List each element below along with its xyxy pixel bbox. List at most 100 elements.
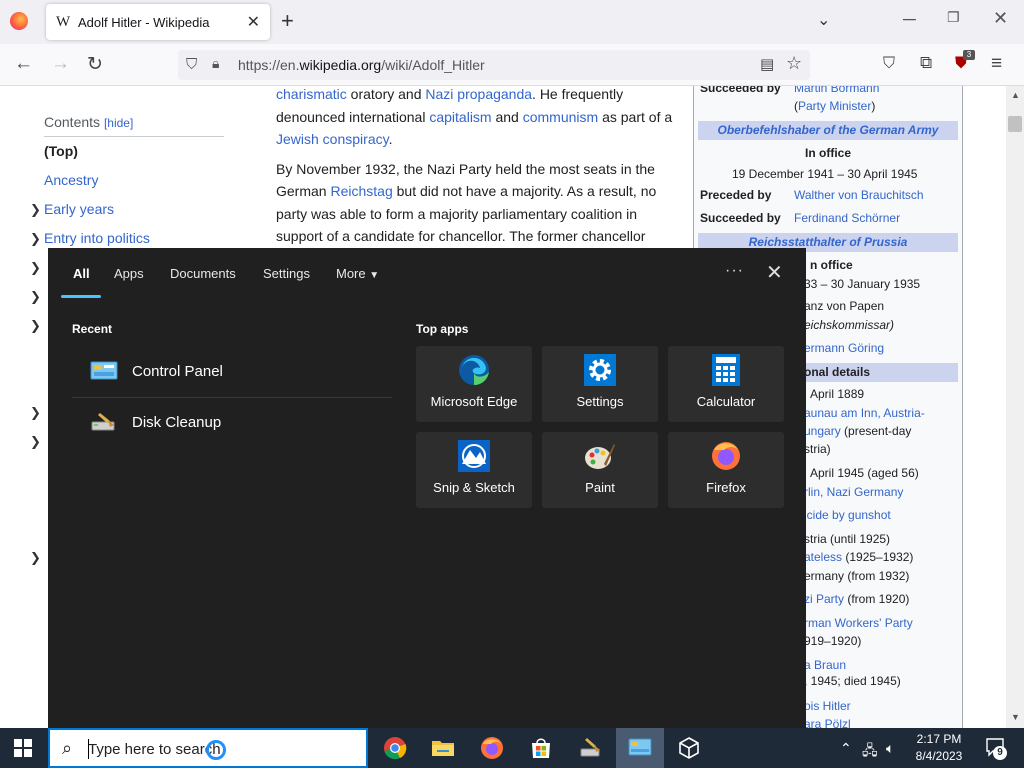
taskbar-search-box[interactable]: ⌕ Type here to search	[48, 728, 368, 768]
taskbar-firefox[interactable]	[468, 728, 516, 768]
forward-arrow-icon[interactable]: →	[51, 53, 70, 75]
url-text[interactable]: https://en.wikipedia.org/wiki/Adolf_Hitl…	[238, 57, 485, 73]
app-tile-settings[interactable]: Settings	[542, 346, 658, 422]
taskbar-clock[interactable]: 2:17 PM 8/4/2023	[912, 731, 966, 765]
party-minister-text: (Party Minister)	[794, 99, 876, 113]
toc-hide-link[interactable]: [hide]	[104, 116, 133, 130]
taskbar-microsoft-store[interactable]	[517, 728, 565, 768]
toc-expand-chevron-icon[interactable]: ❯	[30, 202, 41, 218]
app-tile-snip-sketch[interactable]: Snip & Sketch	[416, 432, 532, 508]
infobox-section-army[interactable]: Oberbefehlshaber of the German Army	[698, 121, 958, 140]
app-tile-microsoft-edge[interactable]: Microsoft Edge	[416, 346, 532, 422]
toc-heading: Contents [hide]	[44, 114, 134, 130]
chrome-icon	[384, 737, 407, 760]
settings-gear-icon	[584, 354, 616, 386]
window-restore-icon[interactable]: ❐	[947, 9, 960, 26]
cube-icon	[679, 737, 699, 759]
taskbar-3d-viewer[interactable]	[665, 728, 713, 768]
windows-start-icon[interactable]	[14, 739, 32, 757]
reload-icon[interactable]: ↻	[87, 53, 103, 76]
window-close-icon[interactable]: ✕	[993, 8, 1008, 29]
extensions-puzzle-icon[interactable]: ⧉	[920, 53, 932, 73]
firefox-logo-icon[interactable]	[10, 12, 28, 30]
browser-tab[interactable]: W Adolf Hitler - Wikipedia ✕	[46, 4, 270, 40]
notification-count-badge: 9	[993, 746, 1007, 760]
taskbar-disk-cleanup[interactable]	[567, 728, 615, 768]
recent-divider	[72, 397, 392, 398]
calculator-icon	[712, 354, 740, 386]
toc-item-ancestry[interactable]: Ancestry	[44, 172, 98, 188]
close-search-icon[interactable]: ✕	[766, 260, 783, 285]
firefox-icon	[712, 442, 740, 470]
recent-heading: Recent	[72, 322, 113, 336]
article-body: charismatic oratory and Nazi propaganda.…	[276, 86, 686, 248]
show-hidden-icons-chevron-icon[interactable]: ⌃	[840, 740, 852, 757]
cortana-icon[interactable]	[206, 740, 226, 760]
toc-item-top[interactable]: (Top)	[44, 143, 78, 159]
edge-icon	[459, 355, 489, 386]
navigation-toolbar: ← → ↻ ⛉ 🔒︎ https://en.wikipedia.org/wiki…	[0, 44, 1024, 86]
disk-cleanup-icon	[580, 738, 600, 757]
search-icon: ⌕	[62, 738, 73, 758]
pocket-icon[interactable]: ⛉	[883, 55, 895, 73]
app-tile-calculator[interactable]: Calculator	[668, 346, 784, 422]
url-bar[interactable]: ⛉ 🔒︎ https://en.wikipedia.org/wiki/Adolf…	[178, 50, 810, 80]
toc-expand-chevron-icon[interactable]: ❯	[30, 434, 41, 450]
toc-expand-chevron-icon[interactable]: ❯	[30, 318, 41, 334]
recent-item-control-panel[interactable]: Control Panel	[72, 348, 390, 396]
window-minimize-icon[interactable]: ─	[903, 9, 916, 30]
scroll-up-arrow-icon[interactable]: ▲	[1011, 90, 1020, 100]
tracking-protection-shield-icon[interactable]: ⛉	[186, 56, 197, 73]
network-icon[interactable]: 🖧︎	[862, 740, 878, 764]
store-bag-icon	[532, 738, 550, 758]
snip-sketch-icon	[458, 440, 490, 472]
taskbar-control-panel[interactable]	[616, 728, 664, 768]
reader-view-icon[interactable]: ▤	[760, 55, 774, 73]
new-tab-button[interactable]: +	[281, 8, 294, 34]
chevron-down-icon: ▼	[369, 270, 380, 281]
toc-expand-chevron-icon[interactable]: ❯	[30, 260, 41, 276]
app-tile-paint[interactable]: Paint	[542, 432, 658, 508]
search-tab-apps[interactable]: Apps	[114, 266, 144, 281]
taskbar-chrome[interactable]	[371, 728, 419, 768]
app-tile-firefox[interactable]: Firefox	[668, 432, 784, 508]
bookmark-star-icon[interactable]: ☆	[786, 53, 802, 74]
scrollbar-thumb[interactable]	[1008, 116, 1022, 132]
toc-expand-chevron-icon[interactable]: ❯	[30, 405, 41, 421]
paint-palette-icon	[585, 444, 615, 469]
more-options-icon[interactable]: ···	[725, 262, 744, 280]
search-tab-settings[interactable]: Settings	[263, 266, 310, 281]
active-tab-indicator	[61, 295, 101, 298]
control-panel-icon	[628, 738, 652, 756]
search-tab-more[interactable]: More ▼	[336, 266, 379, 281]
search-placeholder: Type here to search	[88, 741, 221, 758]
disk-cleanup-icon	[91, 413, 115, 431]
tab-close-icon[interactable]: ✕	[247, 12, 260, 32]
search-tab-all[interactable]: All	[73, 266, 90, 281]
browser-tab-strip: W Adolf Hitler - Wikipedia ✕ + ⌄ ─ ❐ ✕	[0, 0, 1024, 44]
list-all-tabs-chevron-icon[interactable]: ⌄	[817, 10, 830, 30]
search-tab-documents[interactable]: Documents	[170, 266, 236, 281]
toc-expand-chevron-icon[interactable]: ❯	[30, 289, 41, 305]
back-arrow-icon[interactable]: ←	[14, 53, 33, 75]
extension-badge: 3	[963, 50, 975, 60]
tab-title: Adolf Hitler - Wikipedia	[78, 15, 210, 30]
toc-item-entry-into-politics[interactable]: Entry into politics	[44, 230, 150, 246]
taskbar-file-explorer[interactable]	[419, 728, 467, 768]
control-panel-icon	[90, 361, 118, 380]
toc-item-early-years[interactable]: Early years	[44, 201, 114, 217]
lock-icon[interactable]: 🔒︎	[212, 55, 219, 72]
windows-search-panel: All Apps Documents Settings More ▼ ··· ✕…	[48, 248, 806, 728]
recent-item-disk-cleanup[interactable]: Disk Cleanup	[72, 399, 390, 447]
clock-time: 2:17 PM	[916, 732, 962, 746]
toc-expand-chevron-icon[interactable]: ❯	[30, 550, 41, 566]
toc-expand-chevron-icon[interactable]: ❯	[30, 231, 41, 247]
firefox-icon	[481, 737, 503, 759]
scroll-down-arrow-icon[interactable]: ▼	[1011, 712, 1020, 722]
page-scrollbar[interactable]: ▲ ▼	[1006, 86, 1024, 728]
action-center-icon[interactable]: 9	[985, 737, 1007, 760]
windows-taskbar: ⌕ Type here to search ⌃ 🖧︎ 🔈︎ 2:17 PM 8/…	[0, 728, 1024, 768]
volume-icon[interactable]: 🔈︎	[886, 740, 894, 757]
text-caret	[88, 739, 89, 759]
hamburger-menu-icon[interactable]: ≡	[991, 53, 1002, 75]
